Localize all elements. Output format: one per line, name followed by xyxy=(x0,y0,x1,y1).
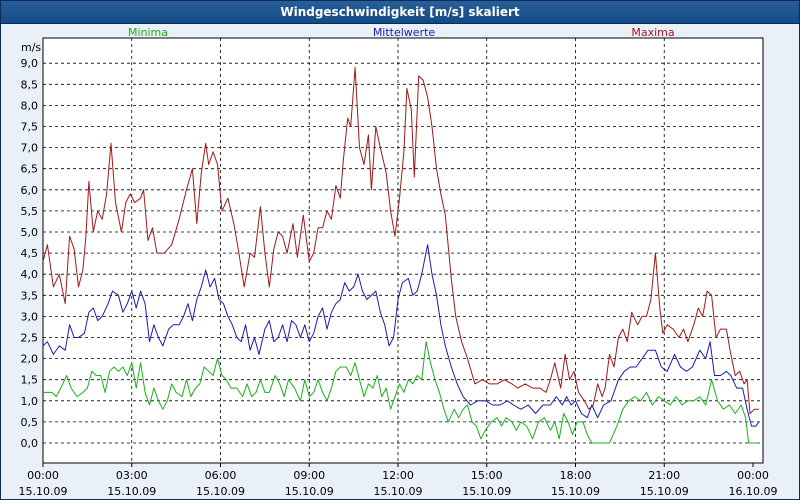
legend-maxima: Maxima xyxy=(631,26,674,39)
y-axis-unit: m/s xyxy=(21,41,41,54)
x-tick-time: 00:00 xyxy=(27,469,59,482)
x-tick-date: 15.10.09 xyxy=(462,485,511,498)
x-tick-date: 15.10.09 xyxy=(551,485,600,498)
chart-window: Windgeschwindigkeit [m/s] skaliert 9,0 8,… xyxy=(0,0,800,500)
y-axis: 9,0 8,5 8,0 7,5 7,0 6,5 6,0 5,5 5,0 4,5 4,0 3,5 3,0 2… xyxy=(21,57,39,450)
window-title: Windgeschwindigkeit [m/s] skaliert xyxy=(1,1,799,24)
x-tick-time: 03:00 xyxy=(116,469,148,482)
y-tick-label: 0,0 xyxy=(21,437,39,450)
y-tick-label: 2,0 xyxy=(21,353,39,366)
x-tick-date: 15.10.09 xyxy=(640,485,689,498)
y-tick-label: 7,0 xyxy=(21,142,39,155)
x-tick-date: 15.10.09 xyxy=(374,485,423,498)
y-tick-label: 9,0 xyxy=(21,57,39,70)
x-tick-date: 15.10.09 xyxy=(285,485,334,498)
x-tick-time: 06:00 xyxy=(205,469,237,482)
legend-mittelwerte: Mittelwerte xyxy=(373,26,436,39)
x-tick-date: 15.10.09 xyxy=(196,485,245,498)
x-tick-time: 09:00 xyxy=(293,469,325,482)
y-tick-label: 7,5 xyxy=(21,121,39,134)
y-tick-label: 3,0 xyxy=(21,310,39,323)
x-tick-date: 15.10.09 xyxy=(19,485,68,498)
y-tick-label: 6,5 xyxy=(21,163,39,176)
x-tick-time: 00:00 xyxy=(737,469,769,482)
y-tick-label: 0,5 xyxy=(21,416,39,429)
y-tick-label: 4,0 xyxy=(21,268,39,281)
y-tick-label: 1,5 xyxy=(21,374,39,387)
y-tick-label: 5,0 xyxy=(21,226,39,239)
y-tick-label: 8,5 xyxy=(21,78,39,91)
x-tick-time: 12:00 xyxy=(382,469,414,482)
wind-speed-chart: 9,0 8,5 8,0 7,5 7,0 6,5 6,0 5,5 5,0 4,5 4,0 3,5 3,0 2… xyxy=(19,26,778,498)
x-tick-time: 15:00 xyxy=(471,469,503,482)
y-tick-label: 4,5 xyxy=(21,247,39,260)
y-tick-label: 5,5 xyxy=(21,205,39,218)
x-tick-time: 21:00 xyxy=(648,469,680,482)
x-tick-date: 15.10.09 xyxy=(107,485,156,498)
y-tick-label: 3,5 xyxy=(21,289,39,302)
y-tick-label: 2,5 xyxy=(21,332,39,345)
y-tick-label: 8,0 xyxy=(21,99,39,112)
legend-minima: Minima xyxy=(128,26,168,39)
x-axis: 00:00 15.10.09 03:00 15.10.09 06:00 15.10.09 0… xyxy=(19,463,778,498)
y-tick-label: 6,0 xyxy=(21,184,39,197)
y-tick-label: 1,0 xyxy=(21,395,39,408)
x-tick-date: 16.10.09 xyxy=(729,485,778,498)
x-tick-time: 18:00 xyxy=(560,469,592,482)
